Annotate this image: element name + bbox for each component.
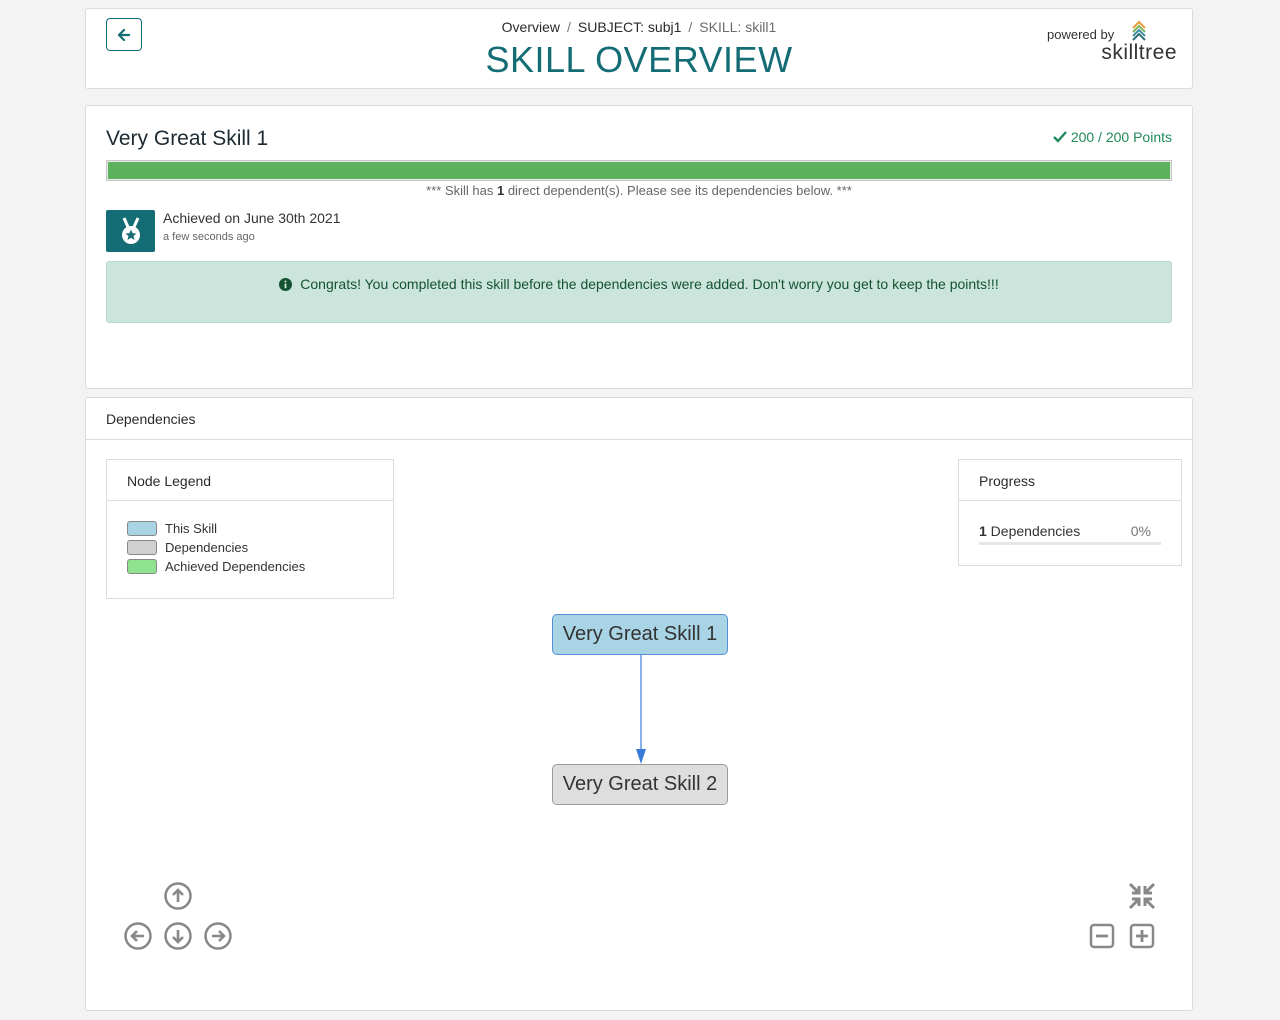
skilltree-logo-icon (1132, 20, 1146, 41)
skill-card: Very Great Skill 1 200 / 200 Points *** … (85, 105, 1193, 389)
pan-down-icon[interactable] (163, 921, 193, 951)
dependency-note-prefix: *** Skill has (426, 183, 497, 198)
progress-count: 1 (979, 523, 987, 539)
legend-title: Node Legend (127, 473, 212, 489)
breadcrumb: Overview / SUBJECT: subj1 / SKILL: skill1 (86, 19, 1192, 35)
progress-bar (979, 542, 1161, 545)
achieved-relative-time: a few seconds ago (163, 231, 255, 243)
breadcrumb-subject[interactable]: SUBJECT: subj1 (578, 19, 681, 35)
legend-label: Achieved Dependencies (165, 559, 306, 574)
achieved-date: Achieved on June 30th 2021 (163, 210, 341, 226)
powered-by: powered by skilltree (1047, 20, 1177, 64)
skill-title: Very Great Skill 1 (106, 127, 269, 150)
pan-up-icon[interactable] (163, 881, 193, 911)
progress-percent: 0% (1130, 523, 1151, 539)
powered-by-text: powered by (1047, 27, 1115, 42)
legend-swatch (127, 540, 157, 555)
page-title: SKILL OVERVIEW (485, 39, 793, 80)
skill-progress-bar (106, 160, 1172, 181)
alert-message: Congrats! You completed this skill befor… (300, 276, 999, 292)
legend-swatch (127, 559, 157, 574)
progress-label: Dependencies (986, 523, 1081, 539)
completion-alert: Congrats! You completed this skill befor… (106, 261, 1172, 323)
legend-item-dependencies: Dependencies (127, 540, 248, 555)
dependencies-card: Dependencies Node Legend This Skill Depe… (85, 397, 1193, 1011)
pan-left-icon[interactable] (123, 921, 153, 951)
info-circle-icon (279, 277, 293, 291)
breadcrumb-skill: SKILL: skill1 (699, 19, 777, 35)
fit-to-screen-icon[interactable] (1127, 881, 1157, 911)
dependency-progress-panel: Progress 1 Dependencies 0% (958, 459, 1182, 566)
points-summary: 200 / 200 Points (1052, 129, 1172, 145)
graph-node-this-skill[interactable]: Very Great Skill 1 (552, 614, 728, 655)
dependencies-header: Dependencies (86, 398, 1192, 440)
zoom-in-icon[interactable] (1127, 921, 1157, 951)
legend-label: This Skill (165, 521, 218, 536)
legend-item-achieved-dependencies: Achieved Dependencies (127, 559, 305, 574)
dependency-edge (636, 654, 646, 764)
dependency-note: *** Skill has 1 direct dependent(s). Ple… (86, 183, 1192, 198)
legend-swatch (127, 521, 157, 536)
node-legend: Node Legend This Skill Dependencies Achi… (106, 459, 394, 599)
progress-title: Progress (979, 473, 1036, 489)
header-card: Overview / SUBJECT: subj1 / SKILL: skill1 SK… (85, 8, 1193, 89)
breadcrumb-separator: / (567, 19, 571, 35)
medal-icon (106, 210, 155, 252)
dependency-note-suffix: direct dependent(s). Please see its depe… (504, 183, 852, 198)
brand-logo-text[interactable]: skilltree (1101, 41, 1177, 65)
pan-right-icon[interactable] (203, 921, 233, 951)
graph-node-dependency[interactable]: Very Great Skill 2 (552, 764, 728, 805)
skill-progress-fill (108, 162, 1170, 179)
points-text: 200 / 200 Points (1070, 129, 1172, 145)
legend-label: Dependencies (165, 540, 249, 555)
breadcrumb-overview[interactable]: Overview (502, 19, 560, 35)
zoom-out-icon[interactable] (1087, 921, 1117, 951)
dependencies-title: Dependencies (106, 411, 196, 427)
check-icon (1052, 131, 1067, 143)
legend-item-this-skill: This Skill (127, 521, 217, 536)
progress-summary: 1 Dependencies (979, 523, 1080, 539)
breadcrumb-separator: / (688, 19, 693, 35)
